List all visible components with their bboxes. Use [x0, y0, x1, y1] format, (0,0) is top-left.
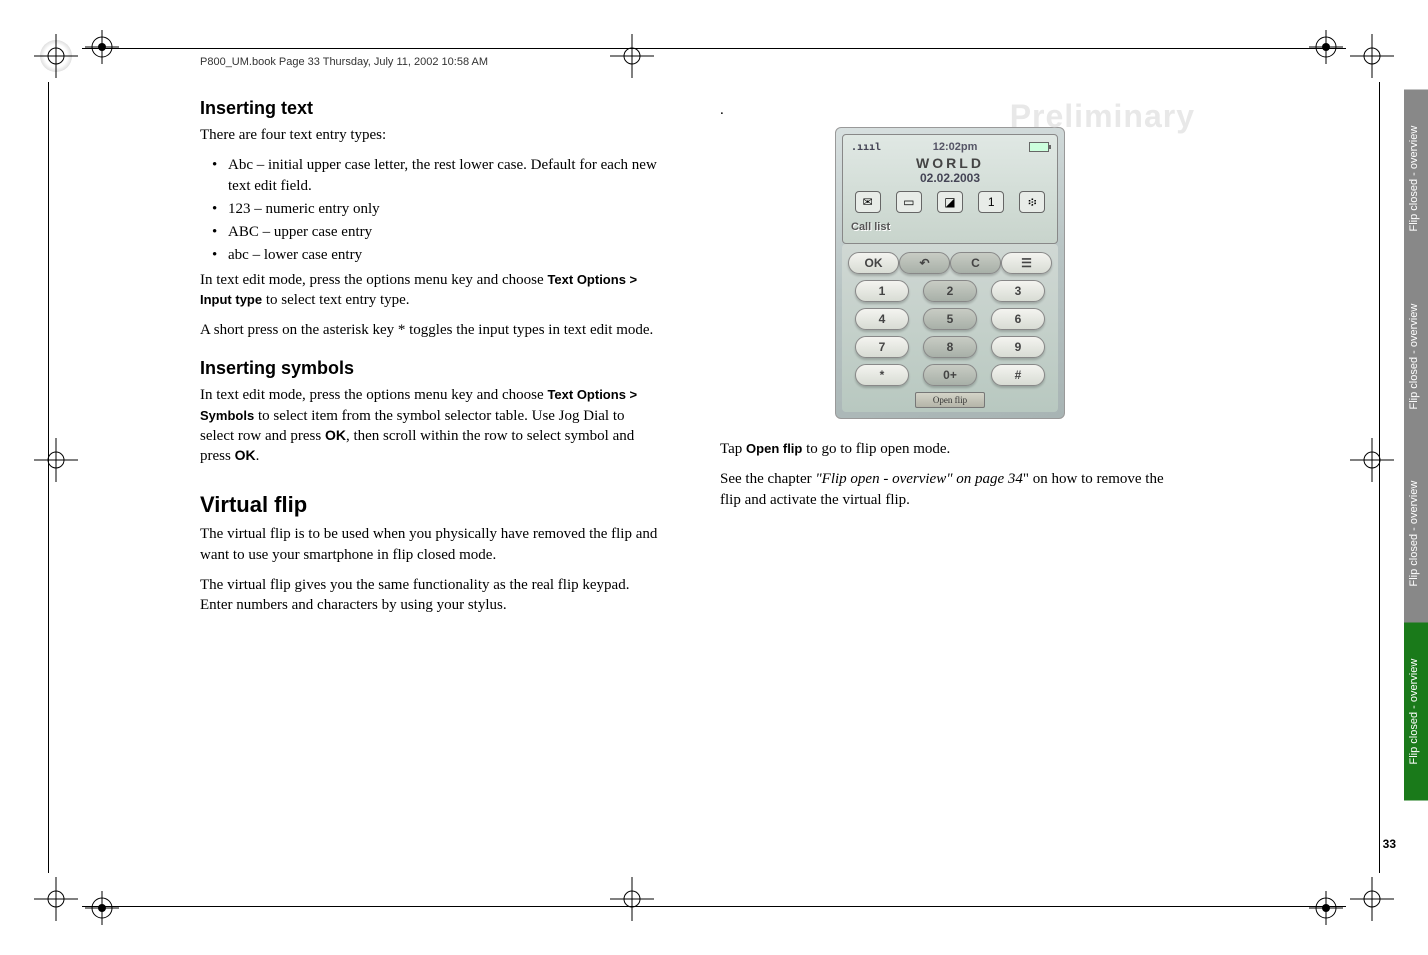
- side-tab: Flip closed - overview: [1404, 445, 1428, 623]
- left-column: Inserting text There are four text entry…: [200, 98, 660, 625]
- side-tab: Flip closed - overview: [1404, 268, 1428, 446]
- registration-mark: [610, 877, 654, 921]
- battery-icon: [1029, 142, 1049, 152]
- key-clear[interactable]: C: [950, 252, 1001, 274]
- key-6[interactable]: 6: [991, 308, 1045, 330]
- right-column: . .ıııl 12:02pm WORLD 02.02.2003 ✉ ▭ ◪ 1: [720, 98, 1180, 625]
- heading-virtual-flip: Virtual flip: [200, 492, 660, 518]
- list-item: abc – lower case entry: [208, 245, 660, 265]
- body-text: A short press on the asterisk key * togg…: [200, 320, 660, 340]
- key-ok[interactable]: OK: [848, 252, 899, 274]
- page-number: 33: [1383, 837, 1396, 851]
- key-7[interactable]: 7: [855, 336, 909, 358]
- body-text: In text edit mode, press the options men…: [200, 385, 660, 466]
- apps-icon[interactable]: ፨: [1019, 191, 1045, 213]
- registration-mark: [1350, 34, 1394, 78]
- side-tabs: Flip closed - overview Flip closed - ove…: [1404, 90, 1428, 800]
- key-5[interactable]: 5: [923, 308, 977, 330]
- key-9[interactable]: 9: [991, 336, 1045, 358]
- list-item: Abc – initial upper case letter, the res…: [208, 155, 660, 196]
- book-icon[interactable]: ▭: [896, 191, 922, 213]
- body-text: In text edit mode, press the options men…: [200, 270, 660, 311]
- heading-inserting-text: Inserting text: [200, 98, 660, 119]
- key-2[interactable]: 2: [923, 280, 977, 302]
- registration-mark: [1350, 877, 1394, 921]
- key-4[interactable]: 4: [855, 308, 909, 330]
- crop-line-bottom: [82, 906, 1346, 907]
- body-text: See the chapter "Flip open - overview" o…: [720, 469, 1180, 510]
- entry-types-list: Abc – initial upper case letter, the res…: [208, 155, 660, 265]
- key-8[interactable]: 8: [923, 336, 977, 358]
- phone-screen: .ıııl 12:02pm WORLD 02.02.2003 ✉ ▭ ◪ 1 ፨…: [842, 134, 1058, 244]
- key-hash[interactable]: #: [991, 364, 1045, 386]
- key-star[interactable]: *: [855, 364, 909, 386]
- key-menu[interactable]: ☰: [1001, 252, 1052, 274]
- body-text: There are four text entry types:: [200, 125, 660, 145]
- calendar-icon[interactable]: 1: [978, 191, 1004, 213]
- body-text: Tap Open flip to go to flip open mode.: [720, 439, 1180, 459]
- phone-figure: .ıııl 12:02pm WORLD 02.02.2003 ✉ ▭ ◪ 1 ፨…: [835, 127, 1065, 419]
- target-icon: [85, 30, 119, 64]
- phone-date: 02.02.2003: [847, 171, 1053, 185]
- phone-icon-row: ✉ ▭ ◪ 1 ፨: [847, 191, 1053, 213]
- phone-time: 12:02pm: [933, 141, 978, 153]
- crop-line-top: [82, 48, 1346, 49]
- phone-keypad: OK ↶ C ☰ 1 2 3 4 5 6: [842, 244, 1058, 412]
- key-1[interactable]: 1: [855, 280, 909, 302]
- list-item: ABC – upper case entry: [208, 222, 660, 242]
- target-icon: [1309, 30, 1343, 64]
- key-0[interactable]: 0+: [923, 364, 977, 386]
- target-icon: [1309, 891, 1343, 925]
- list-item: 123 – numeric entry only: [208, 199, 660, 219]
- registration-mark: [1350, 438, 1394, 482]
- signal-icon: .ıııl: [851, 142, 881, 153]
- side-tab: Flip closed - overview: [1404, 90, 1428, 268]
- body-text: The virtual flip is to be used when you …: [200, 524, 660, 565]
- key-back[interactable]: ↶: [899, 252, 950, 274]
- notes-icon[interactable]: ◪: [937, 191, 963, 213]
- key-3[interactable]: 3: [991, 280, 1045, 302]
- side-tab-active: Flip closed - overview: [1404, 623, 1428, 801]
- mail-icon[interactable]: ✉: [855, 191, 881, 213]
- call-list-label: Call list: [847, 219, 1053, 235]
- phone-title: WORLD: [847, 155, 1053, 171]
- body-text: The virtual flip gives you the same func…: [200, 575, 660, 616]
- heading-inserting-symbols: Inserting symbols: [200, 358, 660, 379]
- watermark: Preliminary: [1010, 98, 1195, 135]
- page-header: P800_UM.book Page 33 Thursday, July 11, …: [200, 56, 1190, 68]
- registration-mark: [34, 34, 78, 78]
- registration-mark: [34, 877, 78, 921]
- open-flip-button[interactable]: Open flip: [915, 392, 985, 408]
- registration-mark: [34, 438, 78, 482]
- target-icon: [85, 891, 119, 925]
